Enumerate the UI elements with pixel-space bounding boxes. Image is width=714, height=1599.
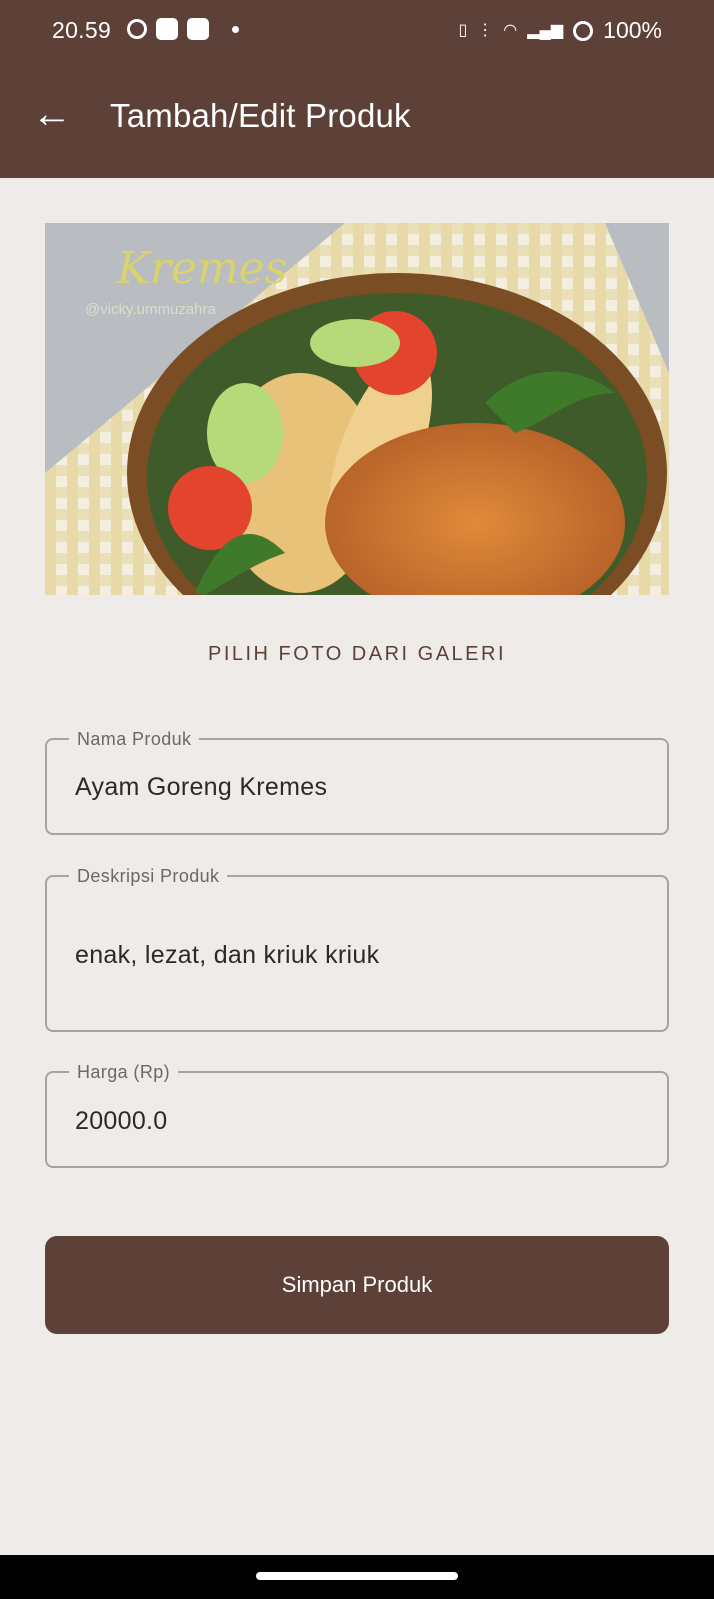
product-name-label: Nama Produk — [69, 728, 200, 750]
product-price-input[interactable]: 20000.0 — [75, 1107, 167, 1136]
photo-script-caption: Kremes — [117, 243, 288, 294]
wifi-icon: ◠ — [503, 21, 518, 39]
volte-icon: ⋮ — [477, 21, 494, 39]
arrow-left-icon[interactable]: ← — [30, 92, 74, 136]
pick-from-gallery-button[interactable]: PILIH FOTO DARI GALERI — [0, 643, 714, 666]
page-title: Tambah/Edit Produk — [110, 97, 411, 134]
save-product-button[interactable]: Simpan Produk — [45, 1236, 669, 1334]
product-photo: Kremes @vicky.ummuzahra — [45, 223, 669, 595]
signal-icon: ▂▄▆ — [527, 21, 564, 39]
system-icons: ▯ ⋮ ◠ ▂▄▆ 100% — [458, 17, 662, 44]
product-name-field[interactable]: Nama Produk Ayam Goreng Kremes — [45, 728, 669, 835]
whatsapp-icon — [156, 18, 178, 40]
product-price-label: Harga (Rp) — [69, 1061, 179, 1083]
home-gesture-handle[interactable] — [256, 1572, 458, 1580]
product-description-label: Deskripsi Produk — [69, 865, 228, 887]
battery-level: 100% — [603, 17, 662, 43]
dot-icon — [232, 25, 239, 33]
sync-icon — [127, 19, 147, 39]
app-bar: ← Tambah/Edit Produk — [0, 62, 714, 178]
product-description-input[interactable]: enak, lezat, dan kriuk kriuk — [75, 941, 379, 970]
notification-icons — [127, 18, 239, 40]
battery-ring-icon — [573, 20, 594, 41]
product-description-field[interactable]: Deskripsi Produk enak, lezat, dan kriuk … — [45, 865, 669, 1032]
product-name-input[interactable]: Ayam Goreng Kremes — [75, 773, 327, 802]
status-bar: 20.59 ▯ ⋮ ◠ ▂▄▆ 100% — [0, 0, 714, 62]
status-time: 20.59 — [52, 17, 112, 43]
vibrate-icon: ▯ — [458, 21, 468, 39]
navigation-bar — [0, 1555, 714, 1599]
product-price-field[interactable]: Harga (Rp) 20000.0 — [45, 1061, 669, 1168]
photo-watermark: @vicky.ummuzahra — [85, 301, 216, 318]
top-bar: 20.59 ▯ ⋮ ◠ ▂▄▆ 100% ← Tambah/Edit Produ… — [0, 0, 714, 178]
bag-icon — [187, 18, 209, 40]
